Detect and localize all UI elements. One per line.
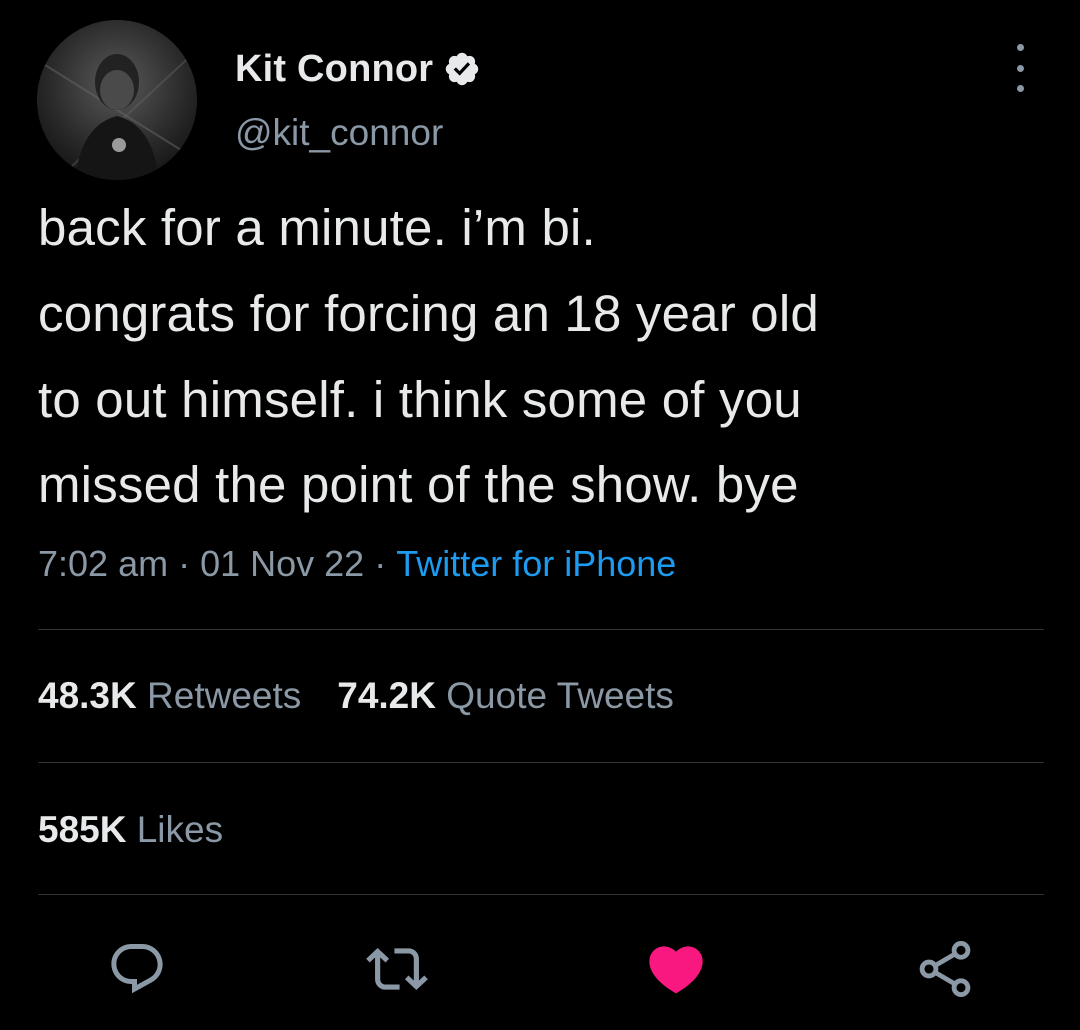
- meta-separator: ·: [178, 543, 191, 584]
- retweets-label: Retweets: [147, 675, 302, 716]
- divider: [38, 629, 1044, 630]
- meta-separator: ·: [374, 543, 387, 584]
- engagement-stats: 48.3K Retweets 74.2K Quote Tweets: [38, 675, 710, 717]
- likes-label: Likes: [136, 809, 224, 850]
- verified-badge-icon: [443, 50, 481, 88]
- likes-stats: 585K Likes: [38, 809, 259, 851]
- tweet-date[interactable]: 01 Nov 22: [200, 543, 364, 584]
- share-icon: [919, 941, 971, 997]
- avatar-photo: [37, 20, 197, 180]
- like-button[interactable]: [641, 934, 711, 1004]
- quote-tweets-stat[interactable]: 74.2K Quote Tweets: [337, 675, 674, 716]
- tweet-text-line: back for a minute. i’m bi.: [38, 199, 596, 256]
- reply-icon: [111, 944, 163, 994]
- retweet-icon: [366, 948, 428, 990]
- likes-count: 585K: [38, 809, 127, 850]
- divider: [38, 894, 1044, 895]
- tweet-detail: Kit Connor @kit_connor back for a minute…: [0, 0, 1080, 1030]
- reply-button[interactable]: [102, 934, 172, 1004]
- retweet-button[interactable]: [362, 934, 432, 1004]
- tweet-metadata: 7:02 am · 01 Nov 22 · Twitter for iPhone: [38, 543, 676, 585]
- more-options-icon[interactable]: [1003, 44, 1037, 92]
- divider: [38, 762, 1044, 763]
- quote-tweets-label: Quote Tweets: [446, 675, 674, 716]
- tweet-source-link[interactable]: Twitter for iPhone: [396, 543, 676, 584]
- tweet-text-line: missed the point of the show. bye: [38, 456, 799, 513]
- likes-stat[interactable]: 585K Likes: [38, 809, 223, 850]
- tweet-time[interactable]: 7:02 am: [38, 543, 168, 584]
- tweet-text-line: to out himself. i think some of you: [38, 371, 802, 428]
- share-button[interactable]: [910, 934, 980, 1004]
- avatar[interactable]: [37, 20, 197, 180]
- display-name-row: Kit Connor: [235, 44, 481, 94]
- user-handle[interactable]: @kit_connor: [235, 112, 443, 154]
- quote-tweets-count: 74.2K: [337, 675, 436, 716]
- retweets-stat[interactable]: 48.3K Retweets: [38, 675, 301, 716]
- tweet-text-line: congrats for forcing an 18 year old: [38, 285, 819, 342]
- retweets-count: 48.3K: [38, 675, 137, 716]
- like-heart-icon: [649, 946, 703, 994]
- display-name[interactable]: Kit Connor: [235, 48, 433, 91]
